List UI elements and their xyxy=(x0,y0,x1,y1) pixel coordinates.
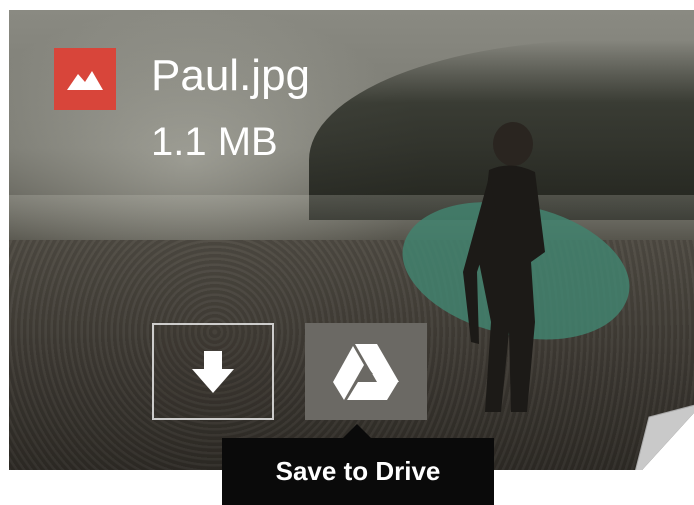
file-size: 1.1 MB xyxy=(151,120,278,164)
download-button[interactable] xyxy=(152,323,274,420)
save-to-drive-tooltip: Save to Drive xyxy=(222,438,494,505)
page-curl-corner xyxy=(635,404,694,470)
image-file-icon xyxy=(54,48,116,110)
file-name: Paul.jpg xyxy=(151,51,311,100)
photo-surfer xyxy=(463,122,545,412)
save-to-drive-button[interactable] xyxy=(305,323,427,420)
google-drive-icon xyxy=(333,343,399,400)
attachment-preview-card[interactable]: Paul.jpg 1.1 MB xyxy=(9,10,694,470)
download-arrow-icon xyxy=(192,350,234,393)
tooltip-arrow xyxy=(342,424,372,439)
